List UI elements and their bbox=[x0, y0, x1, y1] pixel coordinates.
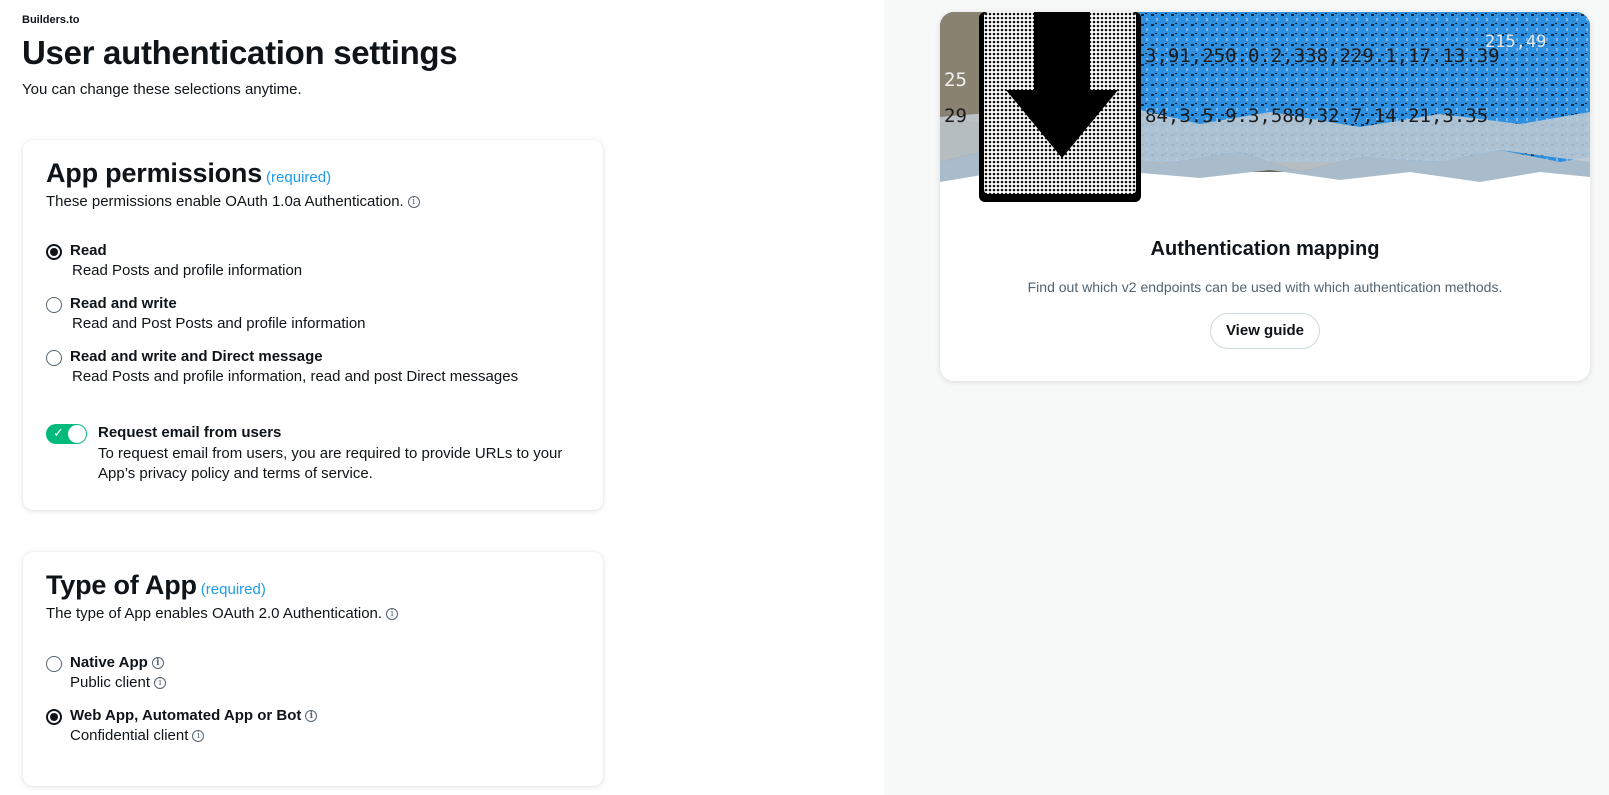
app-permissions-card: App permissions (required) These permissi… bbox=[23, 140, 603, 510]
app-type-option-description-text: Public client bbox=[70, 674, 151, 691]
radio-button[interactable] bbox=[46, 297, 62, 313]
mapping-banner-image: 3,91,250.0.2,338,229.1,17.13.39 84,3.5.9… bbox=[940, 12, 1590, 202]
app-type-option-description-text: Confidential client bbox=[70, 727, 189, 744]
app-permissions-description: These permissions enable OAuth 1.0a Auth… bbox=[46, 193, 420, 210]
permission-option-description: Read Posts and profile information bbox=[72, 262, 303, 279]
mapping-title: Authentication mapping bbox=[1150, 238, 1380, 260]
request-email-label: Request email from users bbox=[98, 424, 282, 441]
svg-text:25: 25 bbox=[944, 69, 967, 91]
app-type-option-label: Native App i bbox=[70, 654, 164, 671]
radio-button-selected[interactable] bbox=[46, 709, 62, 725]
permission-option-label: Read and write bbox=[70, 295, 177, 312]
app-type-option-description: Confidential client i bbox=[70, 727, 205, 744]
info-icon[interactable]: i bbox=[407, 196, 420, 209]
app-type-option-label: Web App, Automated App or Bot i bbox=[70, 707, 318, 724]
app-permissions-heading: App permissions (required) bbox=[46, 158, 331, 189]
permission-option-description: Read and Post Posts and profile informat… bbox=[72, 315, 366, 332]
permission-option-label: Read bbox=[70, 242, 107, 259]
settings-panel: Builders.to User authentication settings… bbox=[0, 0, 884, 795]
svg-text:3,91,250.0.2,338,229.1,17.13.3: 3,91,250.0.2,338,229.1,17.13.39 bbox=[1145, 45, 1500, 67]
required-tag: (required) bbox=[266, 169, 332, 186]
app-permissions-title: App permissions bbox=[46, 158, 263, 188]
app-permissions-description-text: These permissions enable OAuth 1.0a Auth… bbox=[46, 193, 404, 210]
info-icon[interactable]: i bbox=[151, 657, 164, 670]
permission-option-label: Read and write and Direct message bbox=[70, 348, 323, 365]
svg-text:29: 29 bbox=[944, 105, 967, 127]
authentication-mapping-card: 3,91,250.0.2,338,229.1,17.13.39 84,3.5.9… bbox=[940, 12, 1590, 381]
radio-button[interactable] bbox=[46, 350, 62, 366]
page-title: User authentication settings bbox=[22, 34, 458, 71]
type-of-app-description: The type of App enables OAuth 2.0 Authen… bbox=[46, 605, 399, 622]
view-guide-button[interactable]: View guide bbox=[1210, 313, 1320, 349]
type-of-app-heading: Type of App (required) bbox=[46, 570, 266, 601]
request-email-description: To request email from users, you are req… bbox=[98, 445, 563, 482]
type-of-app-title: Type of App bbox=[46, 570, 197, 600]
svg-text:215,49: 215,49 bbox=[1485, 32, 1546, 52]
app-name: Builders.to bbox=[22, 14, 80, 26]
app-type-option-label-text: Native App bbox=[70, 654, 148, 671]
required-tag: (required) bbox=[200, 581, 266, 598]
svg-text:84,3.5.9.3,588,32.7,14.21,3.35: 84,3.5.9.3,588,32.7,14.21,3.35 bbox=[1145, 105, 1488, 127]
toggle-knob bbox=[68, 425, 86, 443]
info-icon[interactable]: i bbox=[192, 730, 205, 743]
app-type-option-description: Public client i bbox=[70, 674, 167, 691]
info-icon[interactable]: i bbox=[154, 677, 167, 690]
info-icon[interactable]: i bbox=[305, 710, 318, 723]
request-email-toggle[interactable]: ✓ bbox=[46, 424, 87, 444]
mapping-description: Find out which v2 endpoints can be used … bbox=[1027, 279, 1503, 295]
radio-button-selected[interactable] bbox=[46, 244, 62, 260]
permission-option-description: Read Posts and profile information, read… bbox=[72, 368, 519, 385]
radio-button[interactable] bbox=[46, 656, 62, 672]
info-icon[interactable]: i bbox=[386, 608, 399, 621]
type-of-app-card: Type of App (required) The type of App en… bbox=[23, 552, 603, 786]
type-of-app-description-text: The type of App enables OAuth 2.0 Authen… bbox=[46, 605, 383, 622]
check-icon: ✓ bbox=[53, 425, 64, 440]
page-subtitle: You can change these selections anytime. bbox=[22, 81, 302, 98]
app-type-option-label-text: Web App, Automated App or Bot bbox=[70, 707, 302, 724]
